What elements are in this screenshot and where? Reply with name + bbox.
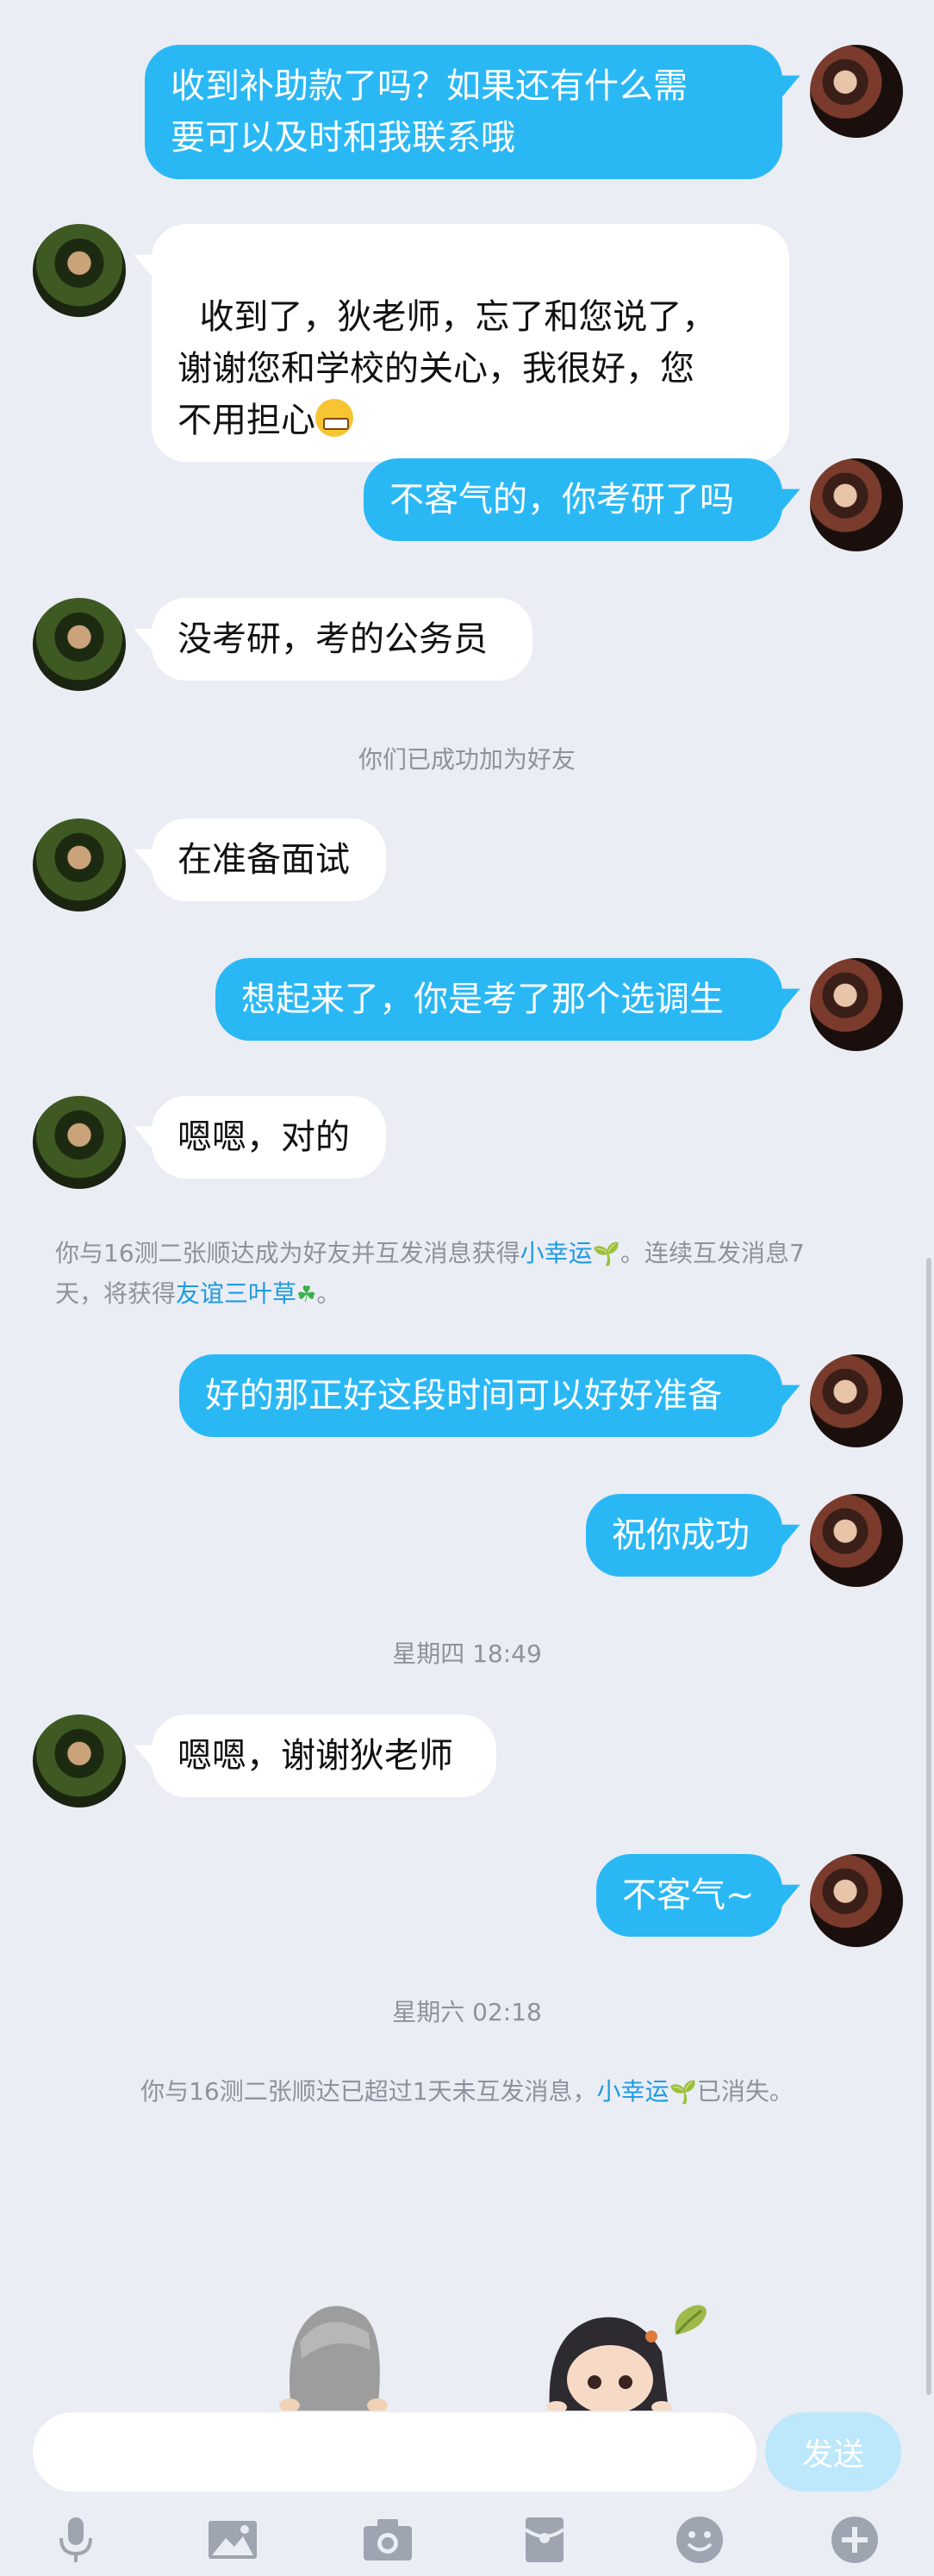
lucky-lost-notice: 你与16测二张顺达已超过1天未互发消息，小幸运🌱已消失。 — [0, 2073, 934, 2107]
clover-icon: ☘ — [296, 1282, 317, 1308]
message-bubble-sent[interactable]: 不客气的，你考研了吗 — [364, 458, 782, 541]
notice-text: 你与16测二张顺达已超过1天未互发消息， — [140, 2077, 597, 2106]
plus-icon[interactable] — [829, 2514, 881, 2566]
scrollbar[interactable] — [926, 1258, 931, 2395]
camera-icon[interactable] — [362, 2514, 414, 2566]
image-icon[interactable] — [207, 2514, 258, 2566]
clover-link[interactable]: 友谊三叶草 — [176, 1279, 296, 1308]
timestamp: 星期六 02:18 — [392, 1998, 542, 2026]
message-bubble-received[interactable]: 收到了，狄老师，忘了和您说了， 谢谢您和学校的关心，我很好，您 不用担心 — [152, 224, 789, 462]
input-bar: 发送 — [0, 2404, 934, 2492]
message-bubble-sent[interactable]: 好的那正好这段时间可以好好准备 — [179, 1354, 782, 1437]
sprout-icon: 🌱 — [592, 1241, 621, 1267]
lucky-notice: 你与16测二张顺达成为好友并互发消息获得小幸运🌱。连续互发消息7 天，将获得友谊… — [55, 1234, 882, 1315]
notice-text: 天，将获得 — [55, 1279, 177, 1308]
message-bubble-sent[interactable]: 不客气~ — [596, 1854, 782, 1937]
message-bubble-received[interactable]: 没考研，考的公务员 — [152, 598, 532, 681]
message-text: 收到了，狄老师，忘了和您说了， 谢谢您和学校的关心，我很好，您 不用担心 — [177, 297, 717, 440]
message-bubble-received[interactable]: 嗯嗯，对的 — [152, 1096, 386, 1179]
my-avatar[interactable] — [810, 1494, 903, 1587]
peeking-girl-figure — [546, 2317, 672, 2411]
chat-toolbar — [0, 2498, 934, 2576]
message-bubble-received[interactable]: 在准备面试 — [152, 818, 386, 901]
red-packet-icon[interactable] — [519, 2514, 570, 2566]
notice-text: 已消失。 — [696, 2077, 794, 2106]
contact-avatar[interactable] — [33, 598, 126, 691]
notice-text: 。连续互发消息7 — [620, 1239, 805, 1267]
system-notice: 你们已成功加为好友 — [358, 745, 576, 774]
contact-avatar[interactable] — [33, 1714, 126, 1808]
message-bubble-sent[interactable]: 收到补助款了吗？如果还有什么需 要可以及时和我联系哦 — [145, 45, 782, 179]
message-bubble-sent[interactable]: 祝你成功 — [586, 1494, 782, 1577]
grinning-emoji-icon — [315, 399, 353, 437]
contact-avatar[interactable] — [33, 224, 126, 317]
my-avatar[interactable] — [810, 958, 903, 1051]
message-input[interactable] — [33, 2412, 757, 2492]
sprout-icon: 🌱 — [669, 2080, 697, 2106]
message-bubble-sent[interactable]: 想起来了，你是考了那个选调生 — [215, 958, 782, 1041]
my-avatar[interactable] — [810, 458, 903, 551]
contact-avatar[interactable] — [33, 1096, 126, 1189]
send-button[interactable]: 发送 — [765, 2412, 901, 2492]
contact-avatar[interactable] — [33, 818, 126, 912]
my-avatar[interactable] — [810, 45, 903, 138]
leaf-sticker-icon — [675, 2305, 707, 2335]
timestamp: 星期四 18:49 — [392, 1640, 542, 1668]
my-avatar[interactable] — [810, 1854, 903, 1947]
lucky-link[interactable]: 小幸运 — [597, 2077, 669, 2106]
notice-text: 。 — [316, 1279, 341, 1308]
notice-text: 你与16测二张顺达成为好友并互发消息获得 — [55, 1239, 520, 1267]
emoji-icon[interactable] — [674, 2514, 725, 2566]
message-bubble-received[interactable]: 嗯嗯，谢谢狄老师 — [152, 1714, 496, 1797]
lucky-link[interactable]: 小幸运 — [520, 1239, 593, 1267]
my-avatar[interactable] — [810, 1354, 903, 1447]
microphone-icon[interactable] — [50, 2514, 102, 2566]
peeking-boy-figure — [279, 2305, 388, 2411]
